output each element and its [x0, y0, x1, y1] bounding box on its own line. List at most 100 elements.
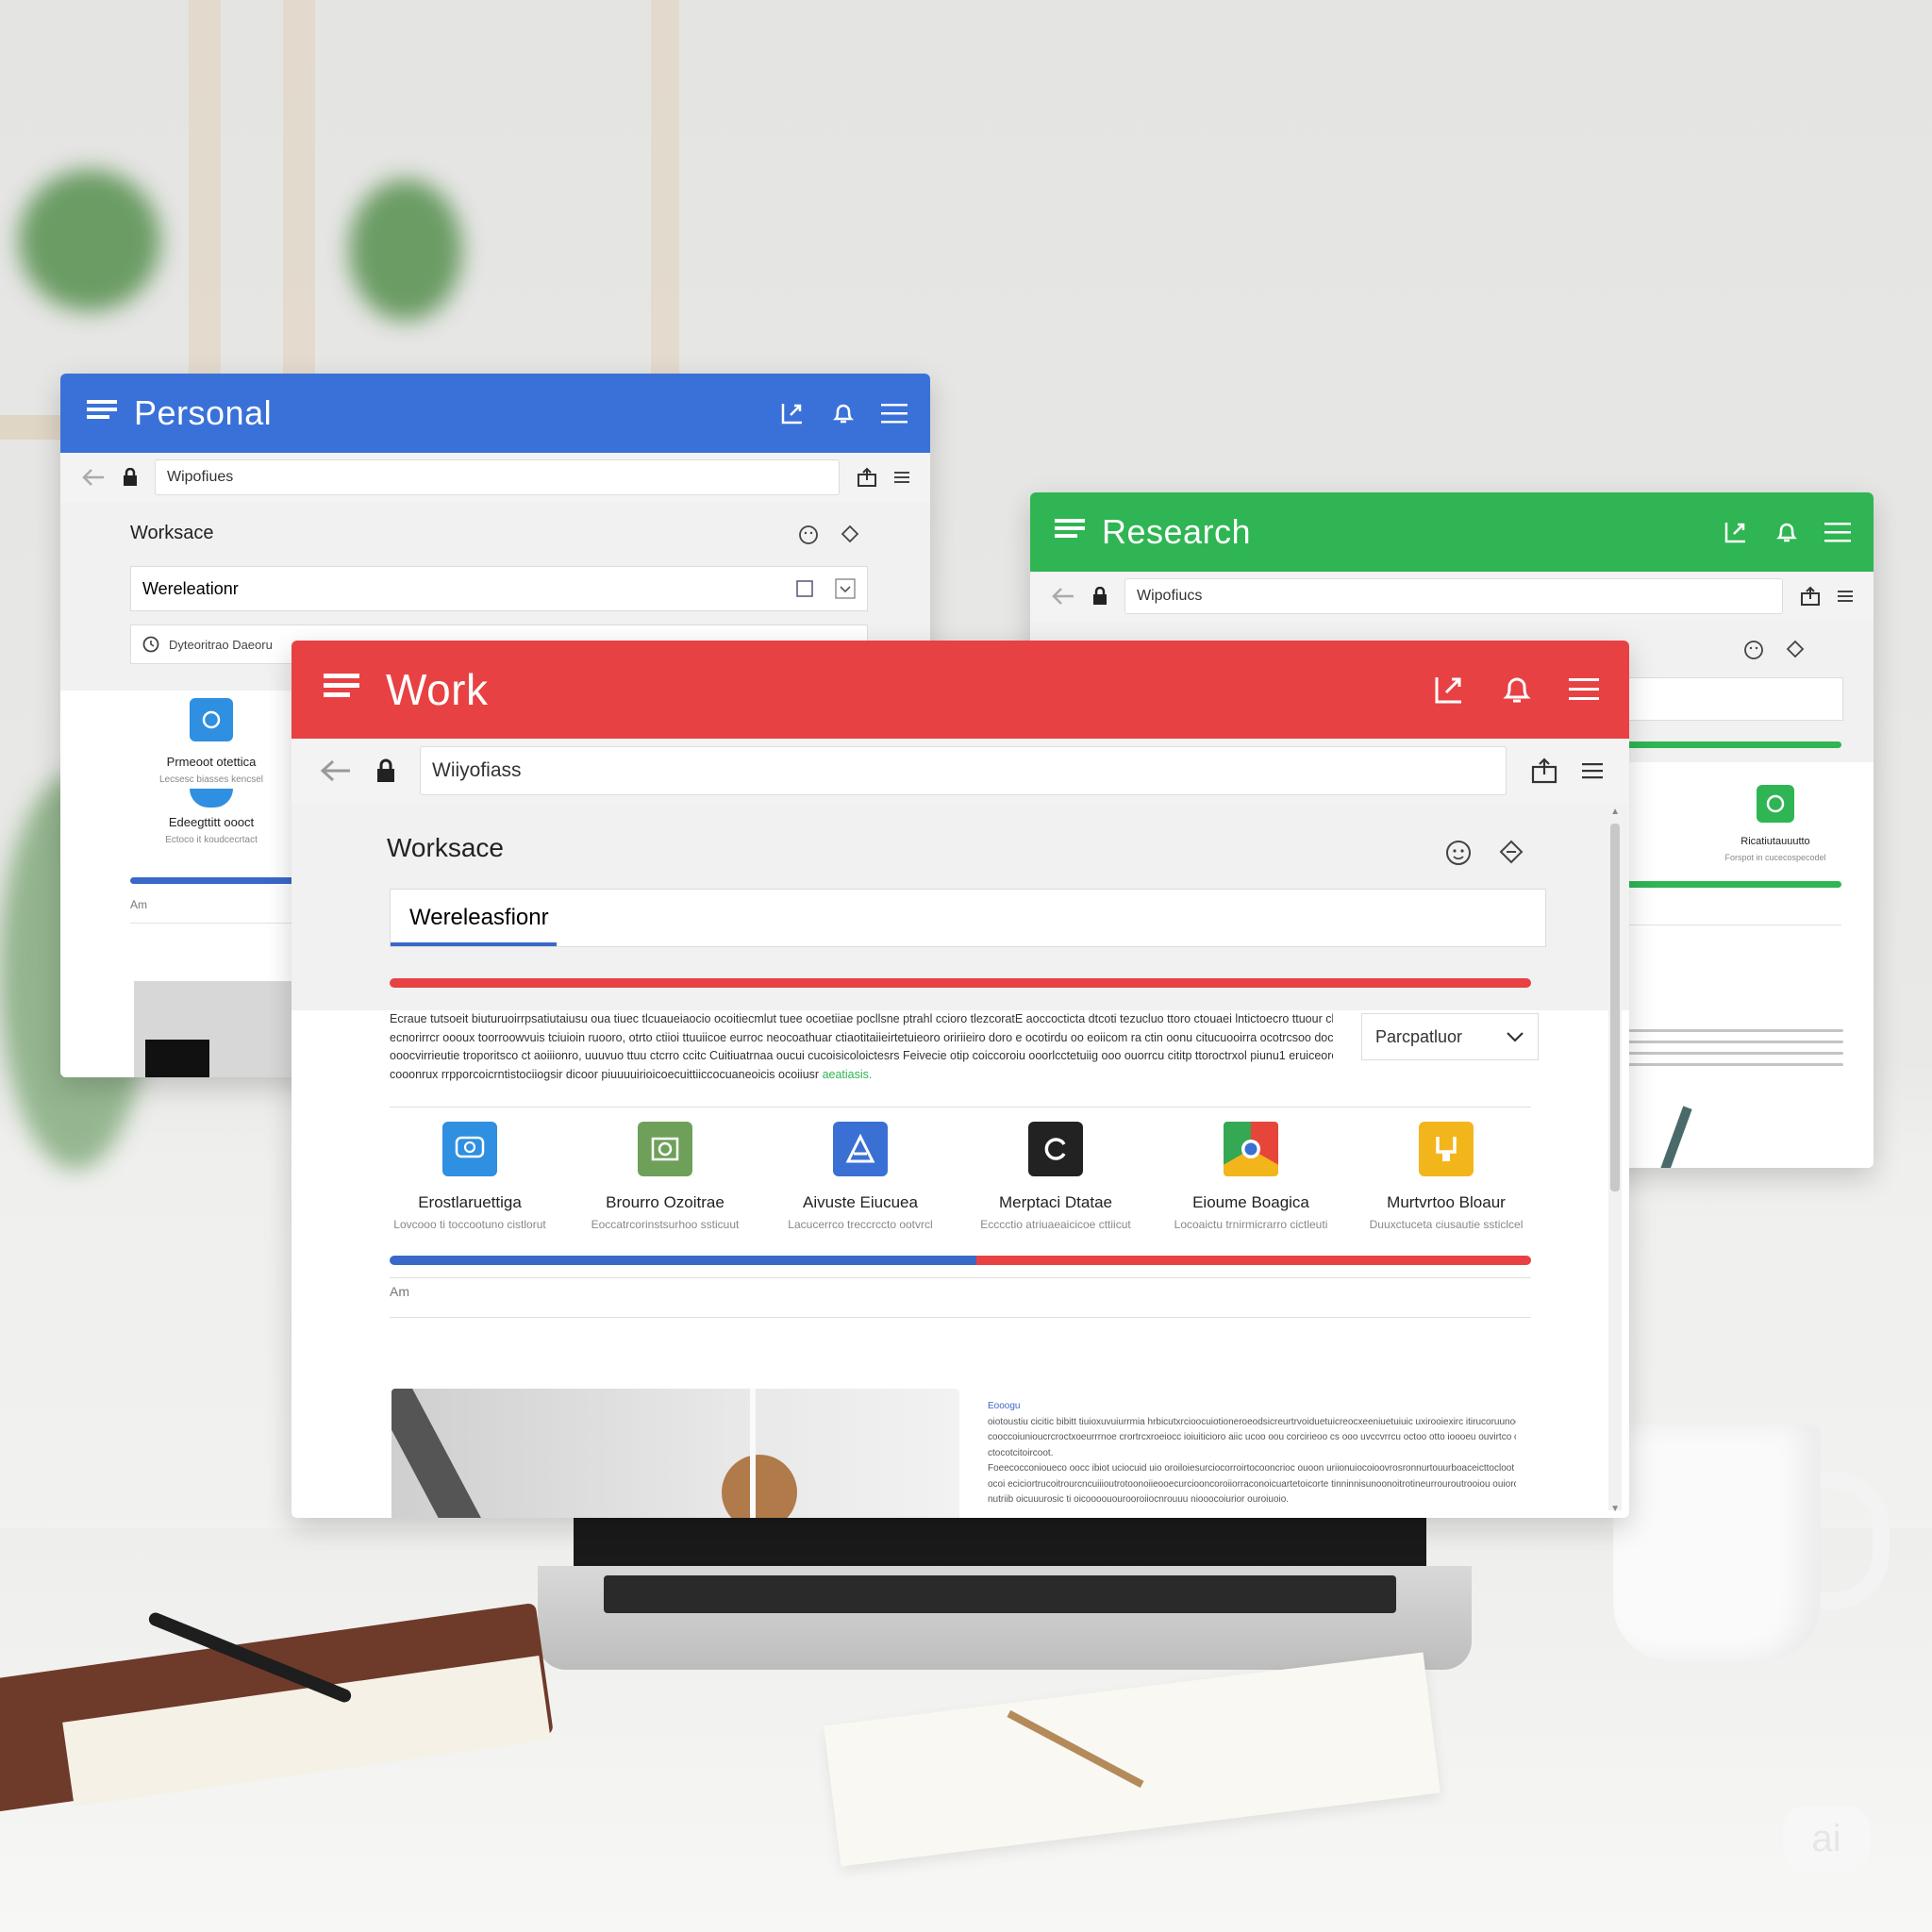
article-line: ctocotcitoircoot.: [988, 1447, 1054, 1458]
workspace-select[interactable]: Wereleationr: [130, 566, 868, 611]
app-tile-3[interactable]: Aivuste Eiucuea Lacucerrco treccrccto oo…: [780, 1122, 941, 1231]
paragraph-line: ooocvirrieutie troporitsco ct aoiiionro,…: [390, 1049, 1333, 1062]
share-icon[interactable]: [1723, 519, 1749, 545]
article-line: oiotoustiu cicitic bibitt tiuioxuvuiurrm…: [988, 1416, 1516, 1427]
titlebar-research[interactable]: Research: [1030, 492, 1874, 572]
list-icon[interactable]: [324, 672, 359, 708]
smiley-icon[interactable]: [1444, 839, 1473, 867]
hamburger-icon[interactable]: [1824, 522, 1851, 542]
puzzle-icon[interactable]: [840, 525, 860, 545]
titlebar-work[interactable]: Work: [291, 641, 1629, 739]
tile-desc: Ecccctio atriuaeaicicoe cttiicut: [980, 1218, 1131, 1231]
tile-name: Prmeoot otettica: [166, 755, 257, 769]
tile-desc: Lecsesc biasses kencsel: [158, 774, 264, 785]
app-tile[interactable]: Prmeoot otettica Lecsesc biasses kencsel: [136, 698, 287, 785]
app-tile-1[interactable]: Erostlaruettiga Lovcooo ti toccootuno ci…: [390, 1122, 550, 1231]
smiley-icon[interactable]: [1743, 640, 1764, 660]
calendar-icon[interactable]: [795, 579, 814, 598]
window-title: Personal: [134, 393, 273, 432]
cloud-icon: [190, 789, 233, 808]
footer-label: Am: [130, 898, 147, 911]
app-tile-6[interactable]: Murtvrtoo Bloaur Duuxctuceta ciusautie s…: [1366, 1122, 1526, 1231]
lock-icon: [123, 468, 138, 487]
tile-name: Edeegttitt oooct: [168, 815, 255, 829]
select-value: Wereleationr: [142, 578, 239, 598]
titlebar-personal[interactable]: Personal: [60, 374, 930, 453]
tile-desc: Lovcooo ti toccootuno cistlorut: [393, 1218, 546, 1231]
puzzle-icon[interactable]: [1497, 839, 1525, 867]
bell-icon[interactable]: [1501, 674, 1533, 706]
share-icon[interactable]: [1800, 586, 1821, 607]
section-title: Worksace: [130, 523, 214, 543]
app-tile-4[interactable]: Merptaci Dtatae Ecccctio atriuaeaicicoe …: [975, 1122, 1136, 1231]
hamburger-icon[interactable]: [881, 403, 908, 424]
select-underline: [391, 942, 557, 946]
bell-icon[interactable]: [830, 400, 857, 426]
list-icon[interactable]: [87, 398, 117, 429]
tile-desc: Lacucerrco treccrccto ootvrcl: [788, 1218, 933, 1231]
camera-icon: [638, 1122, 692, 1176]
photo-lamp-arm: [391, 1389, 488, 1518]
paragraph-link[interactable]: aeatiasis.: [823, 1068, 873, 1081]
menu-icon[interactable]: [894, 470, 909, 485]
puzzle-icon[interactable]: [1785, 640, 1806, 660]
app-tile[interactable]: Ricatiutauuutto Forspot in cucecospecode…: [1700, 785, 1851, 862]
divider: [390, 1277, 1531, 1278]
window-work[interactable]: Work Wiiyofiass ▲ ▼ Worksace Wereleasfio…: [291, 641, 1629, 1518]
address-bar: Wipofiues: [60, 453, 930, 503]
url-input[interactable]: Wiiyofiass: [420, 746, 1507, 795]
scroll-up-icon[interactable]: ▲: [1610, 807, 1620, 817]
share-icon[interactable]: [1531, 758, 1557, 784]
dropdown-value: Parcpatluor: [1375, 1026, 1463, 1046]
scrollbar[interactable]: [1608, 812, 1622, 1510]
back-arrow-icon[interactable]: [318, 758, 352, 783]
url-input[interactable]: Wipofiucs: [1124, 578, 1783, 614]
footer-label: Am: [390, 1284, 409, 1299]
list-icon[interactable]: [1055, 517, 1085, 548]
tile-name: Murtvrtoo Bloaur: [1387, 1193, 1506, 1211]
hamburger-icon[interactable]: [1569, 677, 1599, 702]
app-tile-2[interactable]: Brourro Ozoitrae Eoccatrcorinstsurhoo ss…: [585, 1122, 745, 1231]
chrome-icon: [1224, 1122, 1278, 1176]
window-title: Work: [386, 665, 489, 714]
section-title: Worksace: [387, 833, 504, 862]
shelf-post: [651, 0, 679, 396]
tile-desc: Forspot in cucecospecodel: [1724, 853, 1826, 862]
menu-icon[interactable]: [1838, 589, 1853, 604]
scroll-down-icon[interactable]: ▼: [1610, 1504, 1620, 1514]
share-icon[interactable]: [1433, 674, 1465, 706]
chevron-down-icon[interactable]: [835, 578, 856, 599]
url-input[interactable]: Wipofiues: [155, 459, 840, 495]
dropdown[interactable]: Parcpatluor: [1361, 1013, 1539, 1060]
app-tile-5[interactable]: Eioume Boagica Locoaictu trnirmicrarro c…: [1171, 1122, 1331, 1231]
tile-desc: Duuxctuceta ciusautie ssticlcel: [1369, 1218, 1524, 1231]
blue-progress-segment: [390, 1256, 976, 1265]
chevron-down-icon[interactable]: [1506, 1030, 1524, 1043]
chat-bubble-icon: [190, 698, 233, 741]
app-tile[interactable]: Edeegttitt oooct Ectoco it koudcecrtact: [136, 789, 287, 845]
tile-desc: Locoaictu trnirmicrarro cictleuti: [1174, 1218, 1328, 1231]
tile-desc: Eoccatrcorinstsurhoo ssticuut: [591, 1218, 740, 1231]
address-bar: Wipofiucs: [1030, 572, 1874, 622]
share-icon[interactable]: [779, 400, 806, 426]
tile-name: Erostlaruettiga: [418, 1193, 522, 1211]
tile-name: Merptaci Dtatae: [999, 1193, 1112, 1211]
lock-icon: [1092, 587, 1108, 606]
bookmark-icon: [1419, 1122, 1474, 1176]
ai-watermark-badge: ai: [1783, 1806, 1870, 1872]
back-arrow-icon[interactable]: [81, 468, 106, 487]
article-lead[interactable]: Eooogu: [988, 1401, 1020, 1411]
workspace-select[interactable]: Wereleasfionr: [390, 889, 1546, 947]
menu-icon[interactable]: [1582, 760, 1603, 781]
thumbnail-shape: [145, 1040, 209, 1077]
window-title: Research: [1102, 512, 1252, 551]
share-icon[interactable]: [857, 467, 877, 488]
bell-icon[interactable]: [1774, 519, 1800, 545]
smiley-icon[interactable]: [798, 525, 819, 545]
red-progress-bar: [390, 978, 1531, 988]
url-text: Wipofiues: [167, 469, 234, 485]
back-arrow-icon[interactable]: [1051, 587, 1075, 606]
article-text: Eooogu oiotoustiu cicitic bibitt tiuioxu…: [988, 1399, 1516, 1508]
scrollbar-thumb[interactable]: [1610, 824, 1620, 1191]
paragraph-line: cooonrux rrpporcoicrntistociiogsir dicoo…: [390, 1067, 820, 1081]
